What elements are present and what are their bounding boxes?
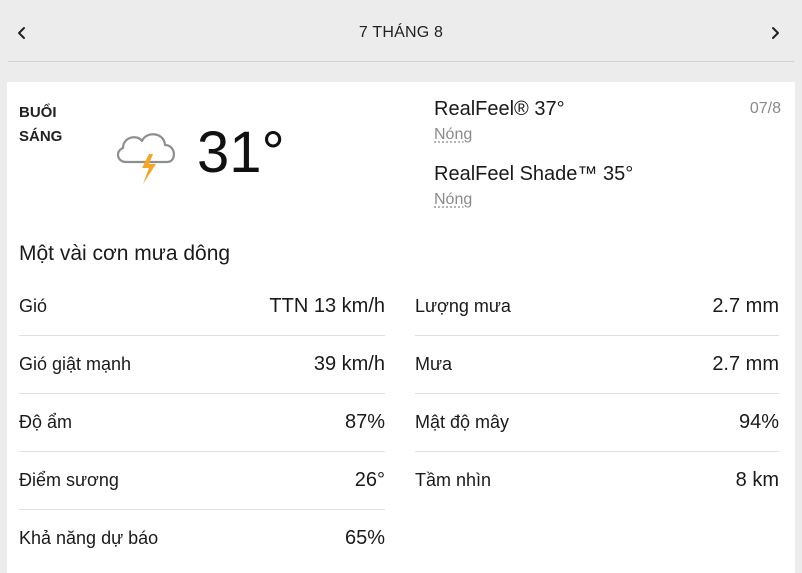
date-title: 7 THÁNG 8	[358, 24, 444, 41]
detail-value: 94%	[738, 411, 779, 433]
detail-value: 8 km	[735, 469, 779, 491]
realfeel-shade-label: RealFeel Shade™ 35°	[434, 163, 634, 185]
forecast-card: BUỔI SÁNG 31° RealFeel® 37° Nóng RealFee…	[7, 82, 795, 573]
detail-value: 65%	[344, 527, 385, 549]
chevron-right-icon	[772, 27, 779, 39]
detail-row-rain: Mưa 2.7 mm	[415, 335, 779, 393]
detail-row-wind: Gió TTN 13 km/h	[19, 278, 385, 335]
detail-label: Độ ẩm	[19, 412, 73, 432]
detail-row-cloud-cover: Mật độ mây 94%	[415, 393, 779, 451]
detail-value: 26°	[354, 469, 385, 491]
realfeel-label: RealFeel® 37°	[434, 98, 565, 120]
detail-row-dew-point: Điểm sương 26°	[19, 451, 385, 509]
detail-label: Điểm sương	[19, 470, 119, 490]
temperature: 31°	[197, 120, 285, 185]
header-divider	[8, 61, 794, 62]
realfeel-description[interactable]: Nóng	[434, 126, 565, 144]
detail-label: Gió giật mạnh	[19, 354, 132, 374]
realfeel-shade-description[interactable]: Nóng	[434, 191, 633, 209]
detail-row-probability: Khả năng dự báo 65%	[19, 509, 385, 567]
thunderstorm-cloud-icon	[116, 133, 175, 184]
detail-row-visibility: Tầm nhìn 8 km	[415, 451, 779, 509]
short-date: 07/8	[749, 100, 781, 117]
detail-label: Gió	[19, 296, 48, 316]
date-navigation-bar: 7 THÁNG 8	[0, 0, 802, 62]
realfeel-shade-block: RealFeel Shade™ 35° Nóng	[434, 162, 633, 209]
detail-value: 87%	[344, 411, 385, 433]
detail-label: Lượng mưa	[415, 296, 511, 316]
detail-row-precipitation: Lượng mưa 2.7 mm	[415, 278, 779, 335]
period-line-2: SÁNG	[19, 128, 63, 145]
detail-value: 2.7 mm	[712, 353, 779, 375]
detail-value: 39 km/h	[313, 353, 385, 375]
details-right-column: Lượng mưa 2.7 mm Mưa 2.7 mm Mật độ mây 9…	[415, 278, 779, 509]
realfeel-block: RealFeel® 37° Nóng	[434, 97, 565, 144]
period-label: BUỔI SÁNG	[19, 101, 62, 149]
detail-label: Mật độ mây	[415, 412, 510, 432]
detail-label: Khả năng dự báo	[19, 528, 159, 548]
detail-label: Tầm nhìn	[415, 470, 492, 490]
details-left-column: Gió TTN 13 km/h Gió giật mạnh 39 km/h Độ…	[19, 278, 385, 567]
detail-value: TTN 13 km/h	[269, 295, 385, 317]
detail-value: 2.7 mm	[712, 295, 779, 317]
detail-label: Mưa	[415, 354, 453, 374]
next-day-button[interactable]	[762, 20, 788, 46]
period-line-1: BUỔI	[19, 104, 57, 121]
detail-row-humidity: Độ ẩm 87%	[19, 393, 385, 451]
detail-row-wind-gusts: Gió giật mạnh 39 km/h	[19, 335, 385, 393]
weather-phrase: Một vài cơn mưa dông	[19, 242, 231, 265]
